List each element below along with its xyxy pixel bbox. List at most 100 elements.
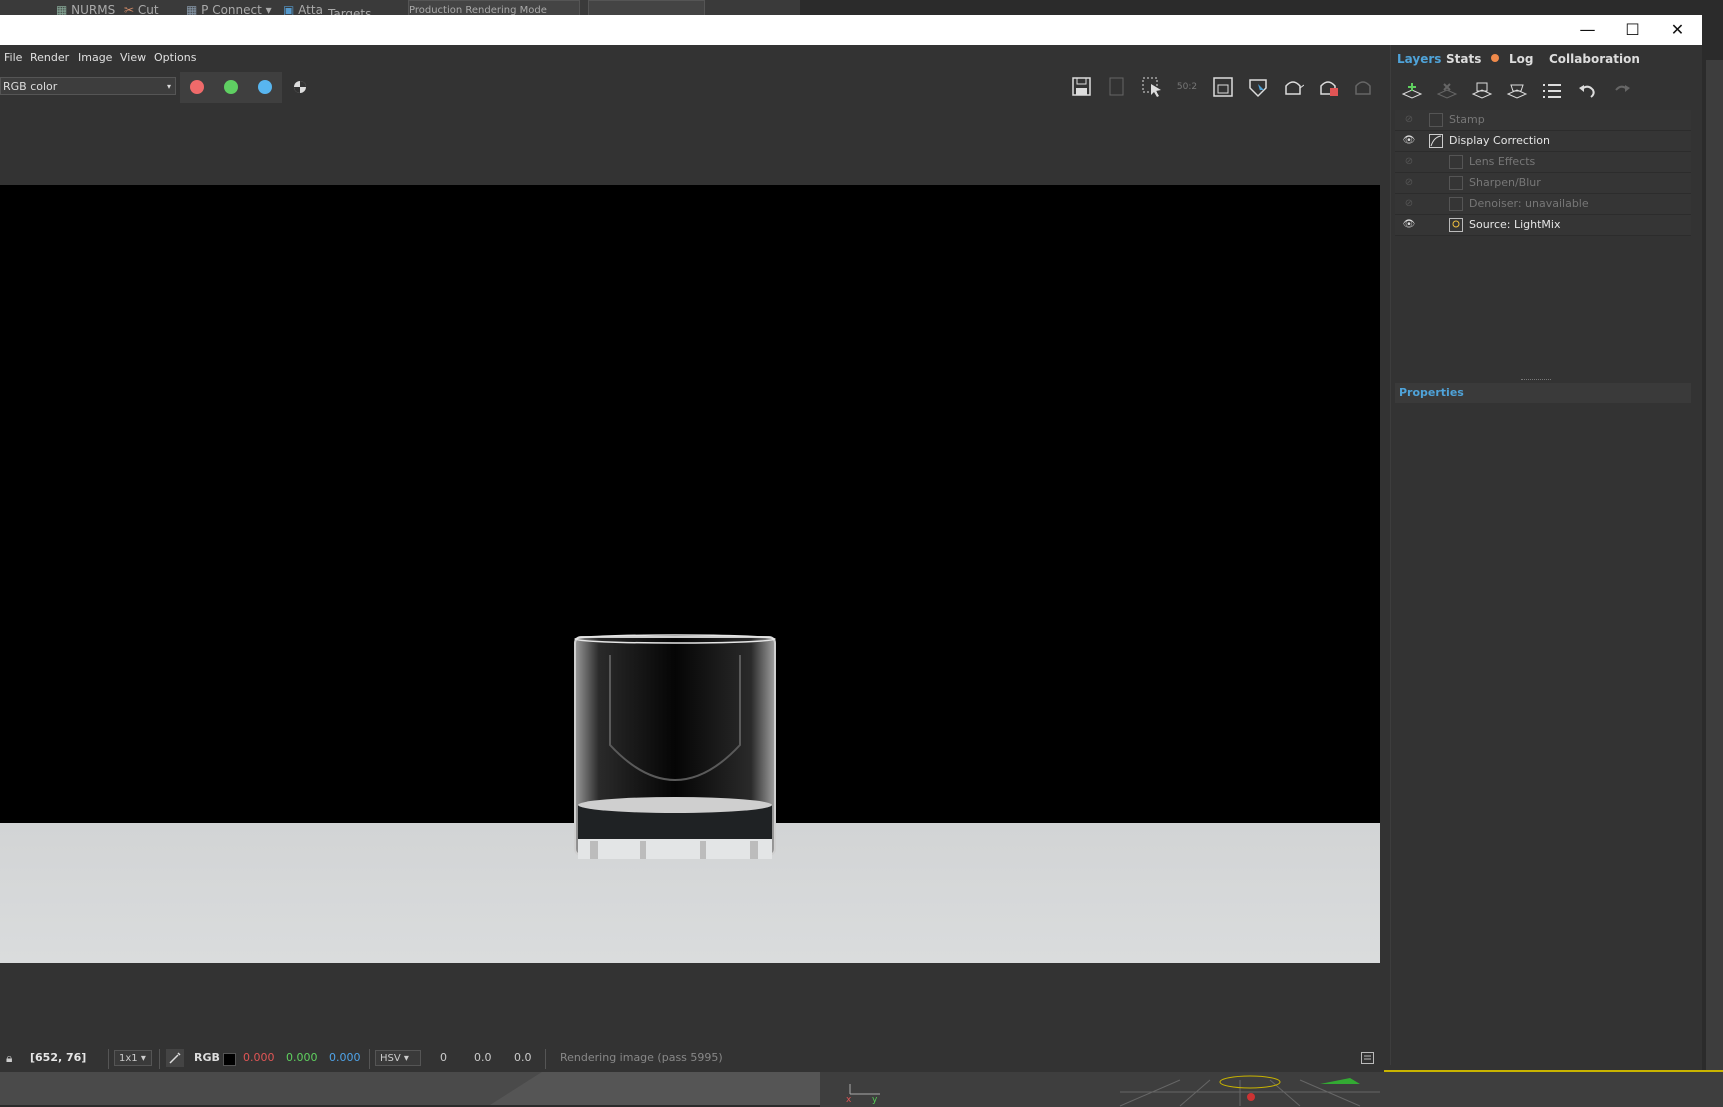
tab-log[interactable]: Log bbox=[1509, 48, 1533, 70]
layers-panel: Layers Stats Log Collaboration ⊘ Stamp 👁… bbox=[1390, 45, 1697, 1065]
tab-collaboration[interactable]: Collaboration bbox=[1549, 48, 1640, 70]
color-mode-dropdown[interactable]: HSV ▾ bbox=[375, 1050, 421, 1066]
red-channel-icon bbox=[190, 80, 204, 94]
eye-hidden-icon[interactable]: ⊘ bbox=[1401, 194, 1417, 214]
undo-icon[interactable] bbox=[1576, 80, 1598, 102]
layer-name: Stamp bbox=[1449, 113, 1485, 126]
lens-effects-icon bbox=[1449, 155, 1463, 169]
interactive-render-icon[interactable] bbox=[1247, 76, 1269, 98]
list-icon[interactable] bbox=[1541, 80, 1563, 102]
maximize-button[interactable]: ☐ bbox=[1610, 15, 1655, 45]
eye-hidden-icon[interactable]: ⊘ bbox=[1401, 173, 1417, 193]
load-layers-icon[interactable] bbox=[1506, 80, 1528, 102]
layer-denoiser[interactable]: ⊘ Denoiser: unavailable bbox=[1395, 194, 1691, 215]
region-select-icon[interactable] bbox=[1141, 76, 1163, 98]
pixel-coords: [652, 76] bbox=[30, 1051, 87, 1064]
host-mode-dropdown[interactable]: Production Rendering Mode bbox=[408, 0, 580, 15]
divider bbox=[545, 1049, 546, 1069]
hue-value: 0 bbox=[440, 1051, 447, 1064]
close-button[interactable]: ✕ bbox=[1655, 15, 1700, 45]
green-channel-toggle[interactable] bbox=[214, 72, 248, 103]
chevron-down-icon: ▾ bbox=[166, 82, 171, 91]
save-icon[interactable] bbox=[1071, 76, 1093, 98]
host-cut-button[interactable]: ✂ Cut bbox=[124, 0, 159, 15]
eye-icon[interactable]: 👁︎ bbox=[1401, 131, 1417, 151]
tab-stats[interactable]: Stats bbox=[1446, 48, 1481, 70]
layer-name: Lens Effects bbox=[1469, 155, 1536, 168]
host-viewport-corner bbox=[0, 1070, 820, 1105]
alpha-channel-icon[interactable] bbox=[293, 80, 307, 94]
status-bar: 🔒︎ [652, 76] 1x1 ▾ RGB 0.000 0.000 0.000… bbox=[0, 1044, 1384, 1072]
menu-options[interactable]: Options bbox=[154, 45, 196, 71]
log-toggle-icon[interactable] bbox=[1361, 1052, 1374, 1064]
lightmix-icon bbox=[1449, 218, 1463, 232]
saturation-value: 0.0 bbox=[474, 1051, 492, 1064]
divider bbox=[159, 1049, 160, 1069]
host-viewport[interactable]: x y bbox=[820, 1070, 1723, 1107]
menu-file[interactable]: File bbox=[4, 45, 22, 71]
host-pconnect-button[interactable]: ▦ P Connect ▾ bbox=[186, 0, 272, 15]
divider bbox=[108, 1049, 109, 1069]
layer-source-lightmix[interactable]: 👁︎ Source: LightMix bbox=[1395, 215, 1691, 236]
value-value: 0.0 bbox=[514, 1051, 532, 1064]
eye-icon[interactable]: 👁︎ bbox=[1401, 215, 1417, 235]
menu-render[interactable]: Render bbox=[30, 45, 69, 71]
svg-text:y: y bbox=[872, 1095, 878, 1105]
add-layer-icon[interactable] bbox=[1401, 80, 1423, 102]
host-nurms-button[interactable]: ▦ NURMS bbox=[56, 0, 115, 15]
host-targets-label: Targets bbox=[328, 7, 372, 15]
blue-channel-icon bbox=[258, 80, 272, 94]
color-swatch bbox=[223, 1053, 236, 1066]
layer-name: Denoiser: unavailable bbox=[1469, 197, 1589, 210]
host-command-panel bbox=[1706, 60, 1723, 1070]
blue-channel-toggle[interactable] bbox=[248, 72, 282, 103]
scale-dropdown[interactable]: 1x1 ▾ bbox=[114, 1050, 152, 1066]
divider bbox=[369, 1049, 370, 1069]
layer-sharpen-blur[interactable]: ⊘ Sharpen/Blur bbox=[1395, 173, 1691, 194]
stop-render-icon[interactable] bbox=[1317, 76, 1339, 98]
properties-title: Properties bbox=[1399, 386, 1464, 399]
menu-view[interactable]: View bbox=[120, 45, 146, 71]
layer-lens-effects[interactable]: ⊘ Lens Effects bbox=[1395, 152, 1691, 173]
red-channel-toggle[interactable] bbox=[180, 72, 214, 103]
log-status-dot bbox=[1491, 54, 1499, 62]
host-field[interactable] bbox=[588, 0, 705, 15]
lock-icon[interactable]: 🔒︎ bbox=[6, 1044, 12, 1072]
delete-layer-icon bbox=[1436, 80, 1458, 102]
render-status: Rendering image (pass 5995) bbox=[560, 1051, 723, 1064]
eye-hidden-icon[interactable]: ⊘ bbox=[1401, 152, 1417, 172]
green-value: 0.000 bbox=[286, 1051, 318, 1064]
layer-display-correction[interactable]: 👁︎ Display Correction bbox=[1395, 131, 1691, 152]
layer-stamp[interactable]: ⊘ Stamp bbox=[1395, 110, 1691, 131]
svg-text:x: x bbox=[846, 1095, 852, 1105]
rgb-label: RGB bbox=[194, 1051, 220, 1064]
save-layers-icon[interactable] bbox=[1471, 80, 1493, 102]
green-channel-icon bbox=[224, 80, 238, 94]
render-teapot-icon[interactable] bbox=[1282, 76, 1305, 98]
layer-name: Display Correction bbox=[1449, 134, 1550, 147]
render-viewport[interactable] bbox=[0, 185, 1380, 963]
menu-image[interactable]: Image bbox=[78, 45, 112, 71]
clone-icon bbox=[1106, 76, 1128, 98]
stamp-layer-icon bbox=[1429, 113, 1443, 127]
layer-name: Sharpen/Blur bbox=[1469, 176, 1541, 189]
menu-bar: File Render Image View Options bbox=[0, 45, 1384, 71]
properties-header: Properties bbox=[1395, 383, 1691, 403]
denoiser-icon bbox=[1449, 197, 1463, 211]
color-picker-icon[interactable] bbox=[166, 1049, 184, 1067]
host-attach-button[interactable]: ▣ Atta bbox=[283, 0, 323, 15]
tab-layers[interactable]: Layers bbox=[1397, 48, 1441, 70]
eye-hidden-icon[interactable]: ⊘ bbox=[1401, 110, 1417, 130]
red-value: 0.000 bbox=[243, 1051, 275, 1064]
render-disabled-icon bbox=[1352, 76, 1374, 98]
host-toolbar: ▦ NURMS ✂ Cut ▦ P Connect ▾ ▣ Atta Targe… bbox=[0, 0, 800, 15]
zoom-badge: 50:2 bbox=[1176, 82, 1198, 92]
blue-value: 0.000 bbox=[329, 1051, 361, 1064]
region-render-icon[interactable] bbox=[1212, 76, 1234, 98]
redo-icon bbox=[1611, 80, 1633, 102]
minimize-button[interactable]: — bbox=[1565, 15, 1610, 45]
layer-name: Source: LightMix bbox=[1469, 218, 1561, 231]
channel-dropdown[interactable]: RGB color ▾ bbox=[0, 77, 176, 95]
title-bar[interactable]: — ☐ ✕ bbox=[0, 15, 1702, 45]
curve-layer-icon bbox=[1429, 134, 1443, 148]
